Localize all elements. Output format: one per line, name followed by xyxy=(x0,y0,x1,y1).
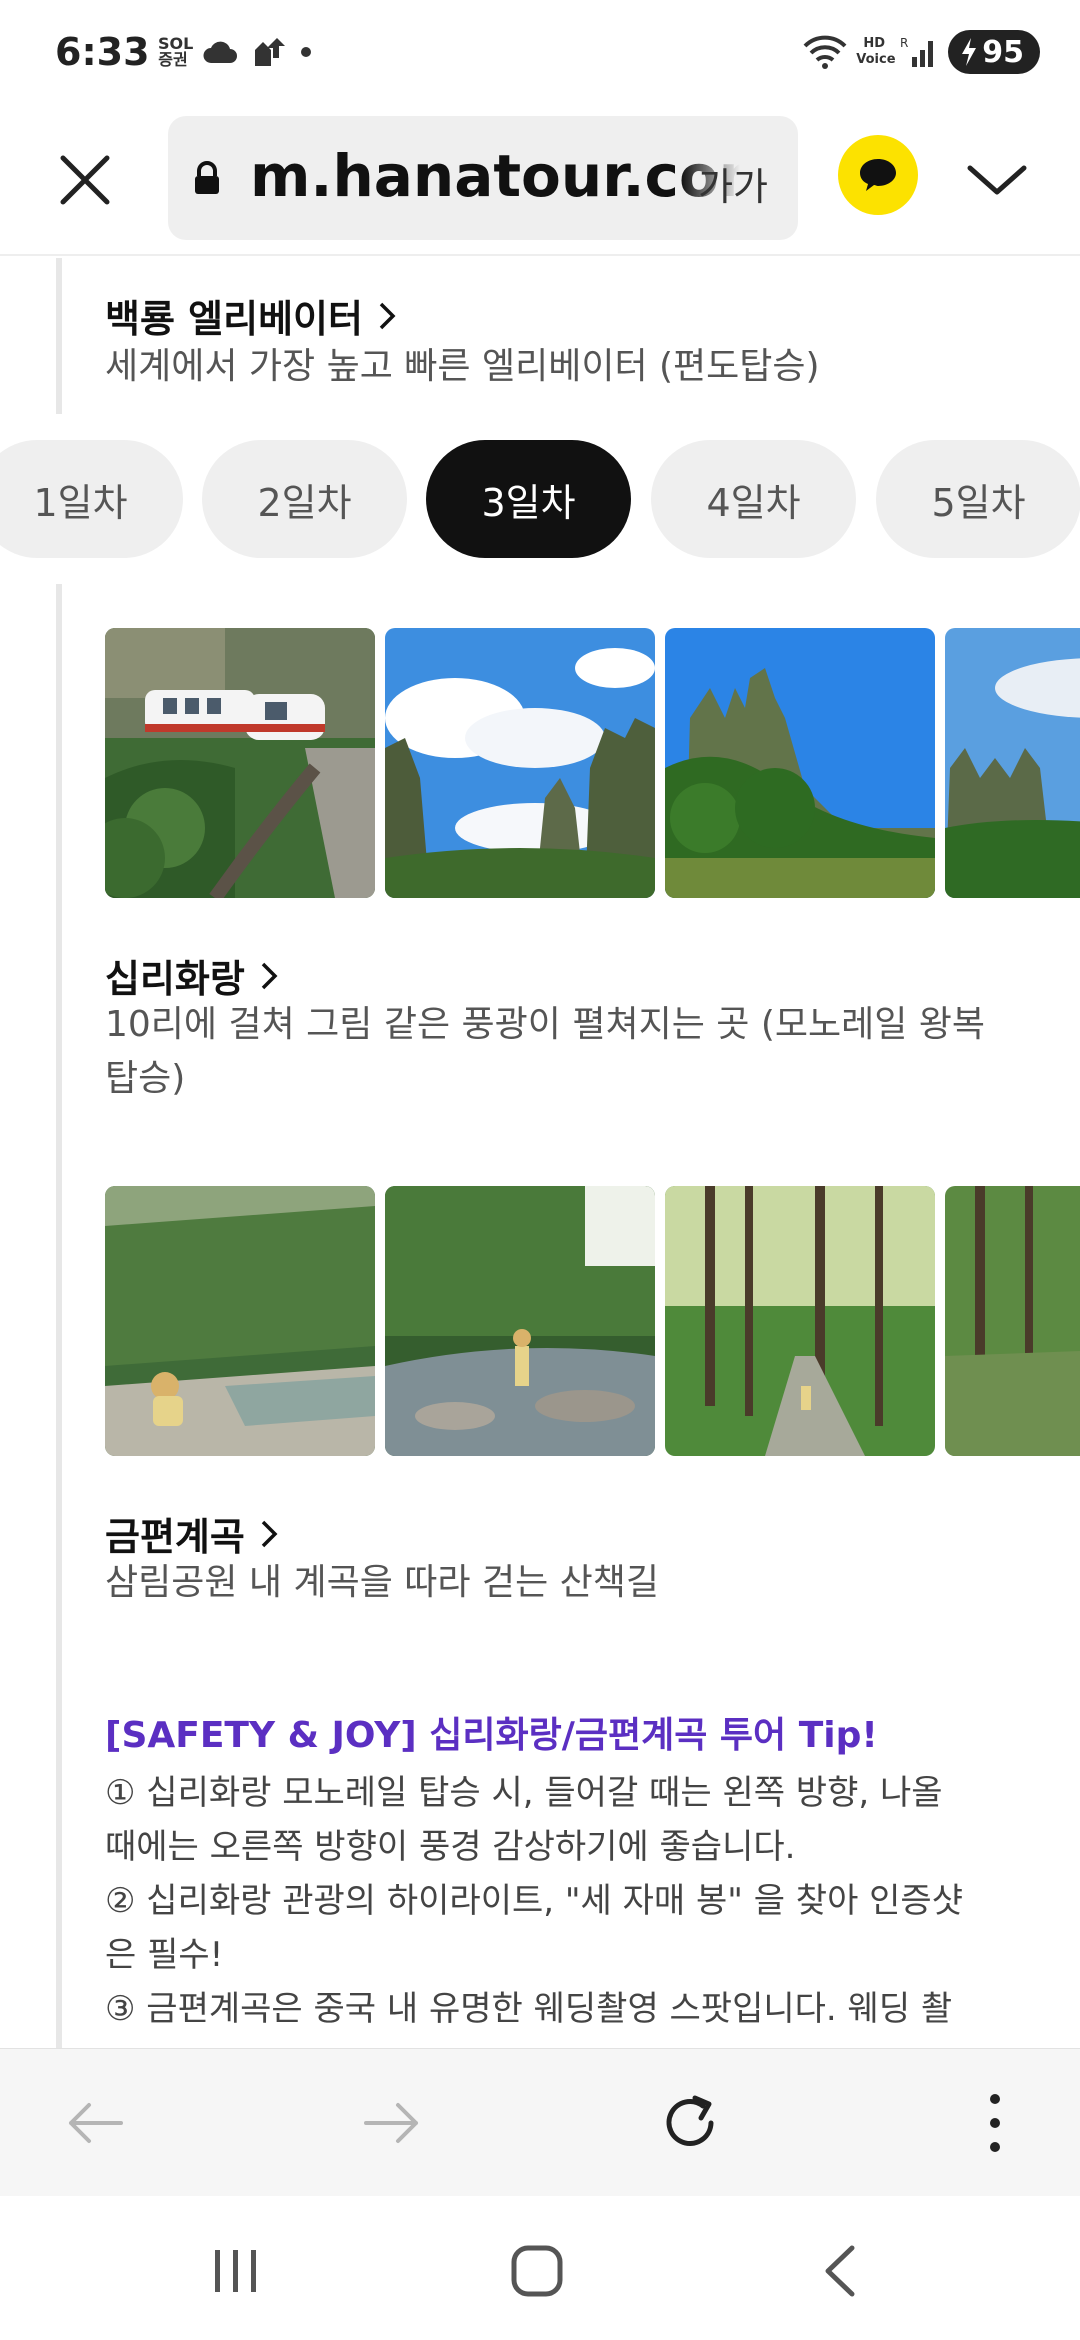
wifi-icon xyxy=(803,35,847,69)
more-menu-button[interactable] xyxy=(955,2083,1035,2163)
expand-button[interactable] xyxy=(962,145,1032,215)
tab-day-3[interactable]: 3일차 xyxy=(426,440,631,558)
photo-stream-rest[interactable] xyxy=(105,1186,375,1456)
photo-row-geumpyeon xyxy=(105,1186,1080,1456)
battery-indicator: 95 xyxy=(948,30,1040,74)
tab-day-2[interactable]: 2일차 xyxy=(202,440,407,558)
tip-line-3: ② 십리화랑 관광의 하이라이트, "세 자매 봉" 을 찾아 인증샷 xyxy=(105,1881,963,1921)
day-tabs: 1일차 2일차 3일차 4일차 5일차 xyxy=(0,440,1080,560)
tip-line-1: ① 십리화랑 모노레일 탑승 시, 들어갈 때는 왼쪽 방향, 나올 xyxy=(105,1773,943,1813)
hd-voice-icon: HD Voice xyxy=(856,36,896,67)
timeline-line-top xyxy=(56,258,62,414)
cloud-icon xyxy=(203,41,237,63)
attraction-title-text: 십리화랑 xyxy=(105,957,245,1001)
itinerary-content: 백룡 엘리베이터 세계에서 가장 높고 빠른 엘리베이터 (편도탑승) 1일차 … xyxy=(0,258,1080,2048)
home-icon xyxy=(511,2245,563,2297)
attraction-title-text: 금편계곡 xyxy=(105,1515,245,1559)
talk-button[interactable] xyxy=(838,135,918,215)
close-button[interactable] xyxy=(50,145,120,215)
attraction-desc-sipli: 10리에 걸쳐 그림 같은 풍광이 펼쳐지는 곳 (모노레일 왕복 탑승) xyxy=(105,1004,986,1099)
charging-bolt-icon xyxy=(962,38,977,66)
url-text: m.hanatour.com xyxy=(250,142,740,210)
chevron-down-icon xyxy=(967,165,1027,195)
chevron-right-icon xyxy=(261,1520,278,1547)
recent-apps-icon xyxy=(215,2250,256,2292)
photo-row-sipli xyxy=(105,628,1080,898)
back-button[interactable] xyxy=(55,2083,135,2163)
forward-button[interactable] xyxy=(352,2083,432,2163)
tab-day-4[interactable]: 4일차 xyxy=(651,440,856,558)
more-vertical-icon xyxy=(990,2094,1000,2152)
reload-button[interactable] xyxy=(650,2083,730,2163)
status-time: 6:33 xyxy=(55,30,150,74)
close-icon xyxy=(60,155,110,205)
tab-day-1[interactable]: 1일차 xyxy=(0,440,183,558)
attraction-title-geumpyeon[interactable]: 금편계곡 xyxy=(105,1506,279,1561)
attraction-desc-baekryong: 세계에서 가장 높고 빠른 엘리베이터 (편도탑승) xyxy=(105,346,820,387)
tip-title: [SAFETY & JOY] 십리화랑/금편계곡 투어 Tip! xyxy=(105,1715,878,1756)
attraction-desc-geumpyeon: 삼림공원 내 계곡을 따라 걷는 산책길 xyxy=(105,1562,660,1603)
attraction-title-sipli[interactable]: 십리화랑 xyxy=(105,948,279,1003)
chevron-right-icon xyxy=(379,302,396,329)
dot-icon xyxy=(301,47,311,57)
photo-forest-ground[interactable] xyxy=(945,1186,1080,1456)
nav-back-button[interactable] xyxy=(800,2236,880,2306)
photo-forest-path[interactable] xyxy=(665,1186,935,1456)
signal-arrow-icon xyxy=(255,38,285,66)
status-right-icons: HD Voice R 95 xyxy=(802,30,1040,74)
battery-level: 95 xyxy=(982,34,1024,70)
lock-icon xyxy=(195,161,219,194)
status-left-icons: SOL 증권 xyxy=(158,36,312,68)
photo-stream-rocks[interactable] xyxy=(385,1186,655,1456)
reload-icon xyxy=(666,2095,714,2146)
chevron-right-icon xyxy=(261,962,278,989)
timeline-line-main xyxy=(56,584,62,2048)
text-size-button[interactable]: 가가 xyxy=(698,156,768,211)
tip-line-2: 때에는 오른쪽 방향이 풍경 감상하기에 좋습니다. xyxy=(105,1827,796,1867)
status-bar: 6:33 SOL 증권 HD Voice R 95 xyxy=(0,0,1080,110)
svg-text:R: R xyxy=(900,36,908,50)
photo-peak-forest[interactable] xyxy=(665,628,935,898)
tab-day-5[interactable]: 5일차 xyxy=(876,440,1080,558)
sol-app-icon: SOL 증권 xyxy=(158,34,194,69)
cell-signal-icon: R xyxy=(900,36,934,67)
back-chevron-icon xyxy=(825,2245,855,2297)
browser-toolbar xyxy=(0,2048,1080,2196)
recent-apps-button[interactable] xyxy=(196,2236,276,2306)
tip-line-4: 은 필수! xyxy=(105,1935,224,1975)
browser-url-bar: m.hanatour.com 가가 xyxy=(0,110,1080,256)
attraction-title-baekryong[interactable]: 백룡 엘리베이터 xyxy=(105,288,397,343)
attraction-title-text: 백룡 엘리베이터 xyxy=(105,297,363,341)
photo-peaks-sky[interactable] xyxy=(385,628,655,898)
photo-peaks-range[interactable] xyxy=(945,628,1080,898)
tip-line-5: ③ 금편계곡은 중국 내 유명한 웨딩촬영 스팟입니다. 웨딩 촬 xyxy=(105,1989,953,2029)
arrow-left-icon xyxy=(69,2103,123,2143)
home-button[interactable] xyxy=(497,2236,577,2306)
photo-monorail[interactable] xyxy=(105,628,375,898)
arrow-right-icon xyxy=(364,2103,418,2143)
system-navigation-bar xyxy=(0,2196,1080,2340)
url-field[interactable]: m.hanatour.com 가가 xyxy=(168,116,798,240)
chat-bubble-icon xyxy=(860,159,896,191)
